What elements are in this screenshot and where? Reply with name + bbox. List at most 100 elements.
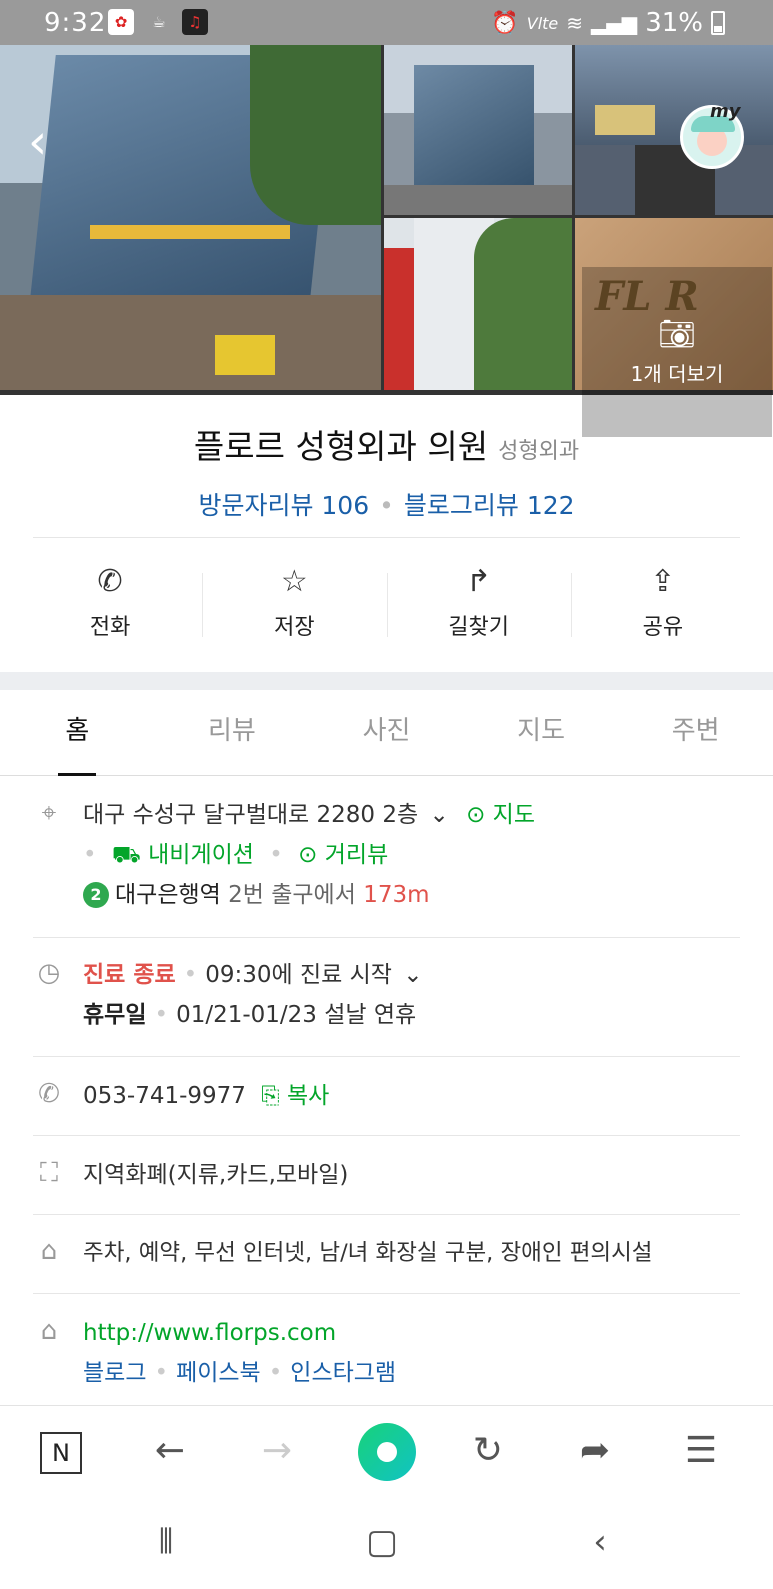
expand-hours-chevron-icon[interactable]: ⌄	[403, 962, 422, 988]
holiday-label: 휴무일	[83, 1002, 147, 1028]
exit-text: 2번 출구에서	[228, 882, 356, 908]
streetview-label: 거리뷰	[324, 842, 389, 868]
my-label: my	[710, 101, 741, 122]
clock-icon: ◷	[37, 958, 61, 988]
action-bar: ✆ 전화 ☆ 저장 ↱ 길찾기 ⇪ 공유	[18, 565, 755, 655]
instagram-link[interactable]: 인스타그램	[290, 1360, 396, 1386]
map-pin-icon: ⊙	[466, 802, 486, 828]
map-link[interactable]: ⊙ 지도	[466, 802, 535, 828]
phone-outline-icon: ✆	[38, 1079, 60, 1109]
separator-dot: •	[154, 1360, 169, 1386]
back-icon[interactable]: ‹	[570, 1517, 630, 1567]
place-header: 플로르 성형외과 의원 성형외과 방문자리뷰 106 • 블로그리뷰 122	[0, 420, 773, 522]
scan-icon: ⛶	[39, 1158, 59, 1188]
tab-photos[interactable]: 사진	[309, 690, 464, 775]
recent-apps-icon[interactable]: ⦀	[136, 1517, 196, 1567]
website-link[interactable]: http://www.florps.com	[83, 1313, 740, 1353]
tab-home[interactable]: 홈	[0, 690, 155, 776]
call-label: 전화	[89, 615, 131, 640]
copy-button[interactable]: ⎘ 복사	[261, 1083, 329, 1109]
share-button[interactable]: ⇪ 공유	[570, 565, 755, 655]
place-title-row: 플로르 성형외과 의원 성형외과	[0, 420, 773, 468]
notification-app-icon: ✿	[108, 9, 134, 35]
more-photos-button[interactable]: 📷︎ 1개 더보기	[582, 267, 772, 437]
visitor-review-link[interactable]: 방문자리뷰 106	[198, 491, 369, 520]
hours-status: 진료 종료	[83, 962, 176, 988]
tab-nearby[interactable]: 주변	[618, 690, 773, 775]
place-name: 플로르 성형외과 의원	[193, 427, 489, 466]
menu-icon[interactable]: ☰	[676, 1426, 726, 1476]
blog-review-link[interactable]: 블로그리뷰 122	[404, 491, 575, 520]
divider	[33, 1056, 740, 1057]
separator-dot: •	[268, 1360, 283, 1386]
phone-icon: ✆	[97, 564, 123, 599]
android-nav-bar: ⦀ ▢ ‹	[0, 1497, 773, 1589]
streetview-link[interactable]: ⊙ 거리뷰	[298, 842, 388, 868]
separator-dot: •	[183, 962, 198, 988]
directions-icon: ↱	[466, 564, 492, 599]
refresh-icon[interactable]: ↻	[463, 1426, 513, 1476]
section-gap	[0, 672, 773, 690]
directions-button[interactable]: ↱ 길찾기	[386, 564, 571, 655]
alarm-icon: ⏰	[491, 10, 519, 36]
tab-reviews[interactable]: 리뷰	[155, 690, 310, 775]
facebook-link[interactable]: 페이스북	[176, 1360, 261, 1386]
car-icon: ⛟	[111, 842, 141, 868]
tab-bar: 홈 리뷰 사진 지도 주변	[0, 690, 773, 776]
green-dot-button[interactable]	[358, 1423, 416, 1481]
payment-text: 지역화폐(지류,카드,모바일)	[83, 1162, 349, 1188]
subway-line-badge: 2	[83, 882, 109, 908]
camera-icon: 📷︎	[657, 317, 697, 352]
music-icon: ♫	[182, 9, 208, 35]
navigation-label: 내비게이션	[148, 842, 254, 868]
hours-body[interactable]: 진료 종료 • 09:30에 진료 시작 ⌄ 휴무일 • 01/21-01/23 설날 …	[83, 955, 740, 1035]
phone-number[interactable]: 053-741-9977	[83, 1083, 246, 1109]
hours-next: 09:30에 진료 시작	[205, 962, 392, 988]
coffee-icon: ☕	[152, 13, 166, 31]
separator-dot: •	[83, 842, 97, 868]
home-button-icon[interactable]: ▢	[352, 1517, 412, 1567]
signal-icon: ▂▄▆	[591, 11, 638, 35]
star-icon: ☆	[280, 564, 308, 599]
main-photo[interactable]	[0, 45, 381, 390]
holiday-text: 01/21-01/23 설날 연휴	[176, 1002, 417, 1028]
battery-icon	[711, 11, 725, 35]
save-button[interactable]: ☆ 저장	[202, 565, 386, 655]
wifi-icon: ≋	[566, 11, 584, 35]
separator-dot: •	[379, 491, 394, 520]
blog-link[interactable]: 블로그	[83, 1360, 146, 1386]
share-arrow-icon[interactable]: ➦	[570, 1426, 620, 1476]
battery-percent: 31%	[645, 8, 703, 38]
home-icon: ⌂	[40, 1316, 58, 1346]
photo-2[interactable]	[384, 45, 572, 215]
back-arrow-icon[interactable]: ←	[145, 1426, 195, 1476]
divider	[33, 537, 740, 538]
streetview-pin-icon: ⊙	[298, 842, 318, 868]
navigation-link[interactable]: ⛟ 내비게이션	[112, 842, 254, 868]
status-right: ⏰ Vlte ≋ ▂▄▆ 31%	[491, 8, 725, 38]
directions-label: 길찾기	[448, 615, 509, 640]
photo-gallery: FL R ‹ my 📷︎ 1개 더보기	[0, 45, 773, 437]
place-category: 성형외과	[498, 439, 580, 464]
station-name: 대구은행역	[115, 882, 221, 908]
phone-row: ✆ 053-741-9977 ⎘ 복사	[33, 1076, 740, 1120]
website-row: ⌂ http://www.florps.com 블로그 • 페이스북 • 인스타그램	[33, 1313, 740, 1393]
address-body: 대구 수성구 달구벌대로 2280 2층 ⌄ ⊙ 지도 • ⛟ 내비게이션 • …	[83, 795, 740, 915]
forward-arrow-icon[interactable]: →	[252, 1426, 302, 1476]
map-link-label: 지도	[492, 802, 535, 828]
call-button[interactable]: ✆ 전화	[18, 565, 202, 655]
payment-row: ⛶ 지역화폐(지류,카드,모바일)	[33, 1155, 740, 1199]
tab-map[interactable]: 지도	[464, 690, 619, 775]
review-links: 방문자리뷰 106 • 블로그리뷰 122	[0, 486, 773, 522]
lte-label: Vlte	[526, 13, 559, 33]
divider	[33, 1214, 740, 1215]
address-text: 대구 수성구 달구벌대로 2280 2층	[83, 802, 419, 828]
back-chevron-icon[interactable]: ‹	[28, 117, 68, 167]
hours-row: ◷ 진료 종료 • 09:30에 진료 시작 ⌄ 휴무일 • 01/21-01/23 설…	[33, 955, 740, 1045]
status-time: 9:32	[44, 8, 107, 38]
divider	[33, 1293, 740, 1294]
photo-4[interactable]	[384, 218, 572, 390]
divider	[33, 937, 740, 938]
naver-home-button[interactable]: N	[40, 1432, 82, 1474]
expand-address-chevron-icon[interactable]: ⌄	[429, 802, 448, 828]
